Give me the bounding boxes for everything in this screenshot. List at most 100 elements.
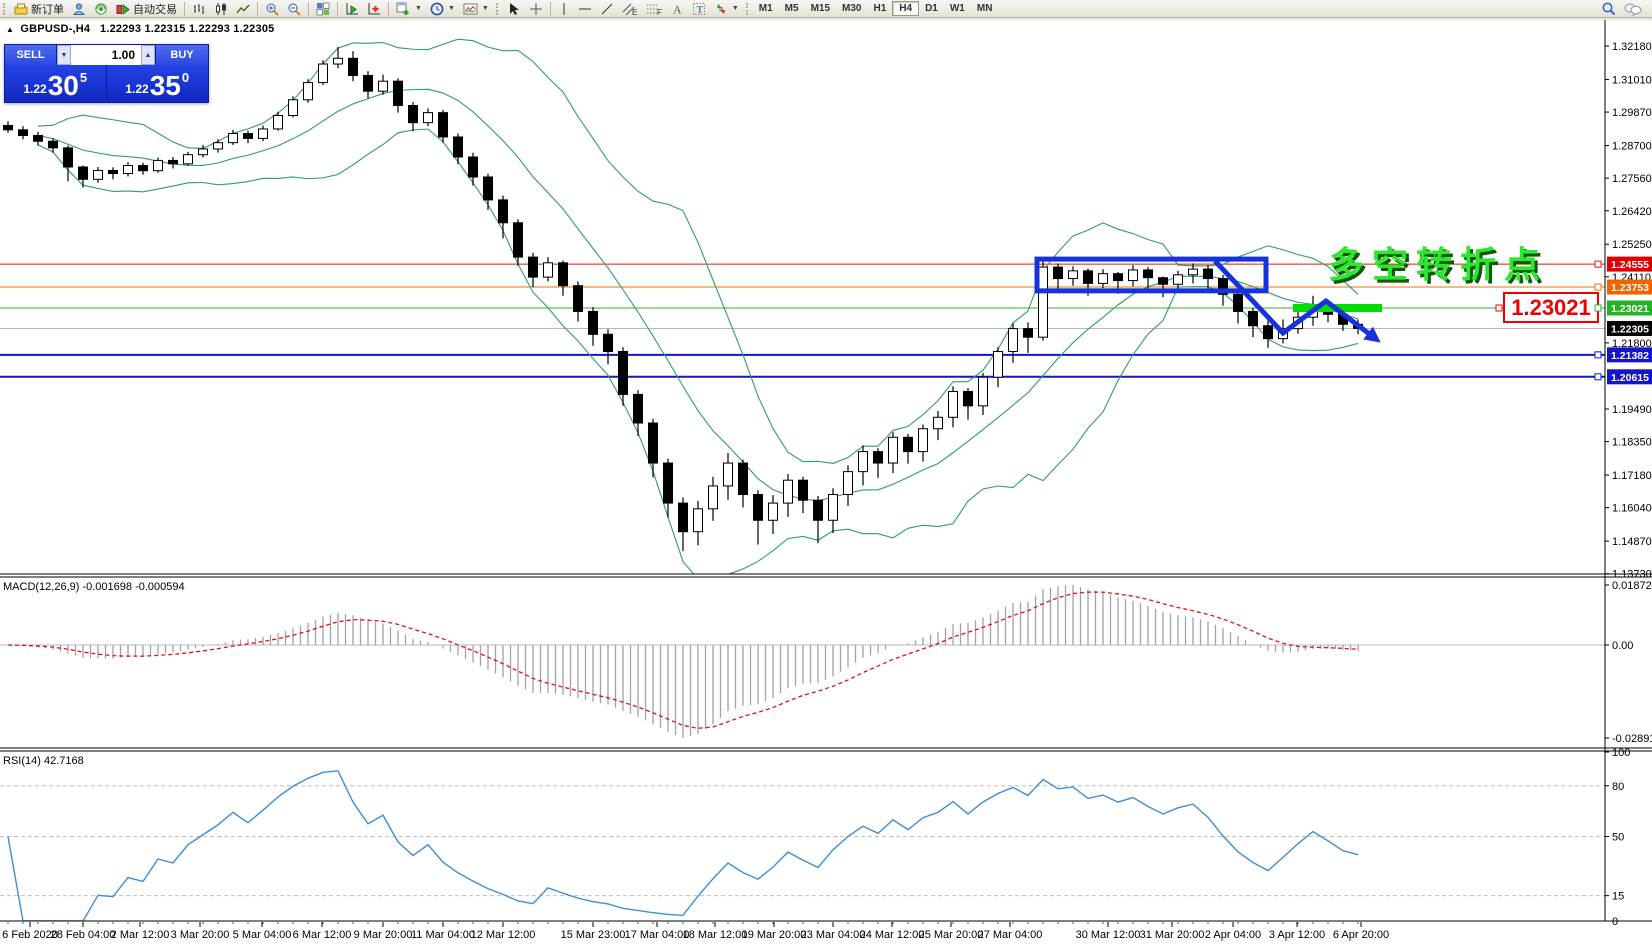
time-tick-label: 28 Feb 04:00 xyxy=(51,929,116,941)
bar-chart-button[interactable] xyxy=(188,1,210,17)
text-label-button[interactable]: T xyxy=(688,1,710,17)
timeframe-button-h1[interactable]: H1 xyxy=(867,1,892,16)
zoom-out-icon xyxy=(288,3,301,16)
add-indicator-icon xyxy=(396,2,409,15)
zoom-in-button[interactable] xyxy=(261,1,283,17)
sell-price[interactable]: 1.22 30 5 xyxy=(5,65,107,102)
price-tick-label: 1.28700 xyxy=(1612,141,1652,153)
periods-button[interactable]: ▼ xyxy=(426,1,459,17)
signals-button[interactable] xyxy=(90,1,112,17)
autotrading-button[interactable]: 自动交易 xyxy=(112,1,181,17)
market-watch-button[interactable] xyxy=(68,1,90,17)
horizontal-line-icon xyxy=(578,8,591,9)
zoom-out-button[interactable] xyxy=(283,1,305,17)
trendline-button[interactable] xyxy=(596,1,618,17)
horizontal-line-button[interactable] xyxy=(574,1,596,17)
sell-price-sup: 5 xyxy=(79,70,88,85)
price-chart[interactable]: 多空转折点多空转折点1.230211.321801.310101.298701.… xyxy=(0,0,1652,945)
buy-price-big: 35 xyxy=(149,70,181,101)
rsi-axis-label: 0 xyxy=(1612,916,1618,928)
chevron-down-icon: ▼ xyxy=(731,5,739,12)
arrows-button[interactable]: ▼ xyxy=(710,1,743,17)
volume-field[interactable]: 1.00 xyxy=(71,45,141,65)
search-button[interactable] xyxy=(1597,1,1620,17)
trendline-icon xyxy=(601,3,613,14)
macd-axis-label: 0.00 xyxy=(1612,640,1633,652)
crosshair-icon xyxy=(529,2,542,15)
price-badge-label: 1.23753 xyxy=(1611,282,1649,294)
timeframe-button-m5[interactable]: M5 xyxy=(779,1,805,16)
vertical-line-button[interactable] xyxy=(554,1,574,17)
add-indicator-button[interactable]: ▼ xyxy=(392,1,426,17)
new-order-label: 新订单 xyxy=(31,3,64,16)
volume-decrease-button[interactable]: ▼ xyxy=(57,45,71,65)
timeframe-button-w1[interactable]: W1 xyxy=(944,1,971,16)
new-order-icon xyxy=(14,3,28,14)
price-tick-label: 1.19490 xyxy=(1612,404,1652,416)
rsi-label: RSI(14) 42.7168 xyxy=(3,755,84,767)
annotation-price-callout-text: 1.23021 xyxy=(1511,295,1591,320)
text-button[interactable]: A xyxy=(666,1,688,17)
time-tick-label: 6 Feb 2020 xyxy=(2,929,58,941)
time-tick-label: 24 Mar 12:00 xyxy=(860,929,925,941)
market-watch-icon xyxy=(72,2,86,15)
time-tick-label: 12 Mar 12:00 xyxy=(471,929,536,941)
crosshair-button[interactable] xyxy=(525,1,547,17)
zoom-in-icon xyxy=(266,3,279,16)
rsi-axis-label: 80 xyxy=(1612,781,1624,793)
candlestick-chart-button[interactable] xyxy=(210,1,232,17)
tile-windows-button[interactable] xyxy=(312,1,334,17)
strategy-tester-button[interactable] xyxy=(341,1,363,17)
sell-button[interactable]: SELL xyxy=(5,45,57,65)
time-axis[interactable]: 6 Feb 202028 Feb 04:002 Mar 12:00 3 Mar 2… xyxy=(2,922,1389,941)
annotation-turning-point-text: 多空转折点 xyxy=(1328,244,1548,285)
sell-price-prefix: 1.22 xyxy=(23,82,47,96)
timeframe-button-d1[interactable]: D1 xyxy=(919,1,944,16)
templates-button[interactable]: ▼ xyxy=(459,1,493,17)
main-toolbar: 新订单 自动交易 ▼ ▼ ▼ E F A T ▼ M1 M5 M15 M30 H… xyxy=(0,0,1652,18)
toolbar-grip xyxy=(3,2,8,15)
price-badge-label: 1.24555 xyxy=(1611,259,1649,271)
price-tick-label: 1.26420 xyxy=(1612,206,1652,218)
templates-icon xyxy=(463,3,478,14)
timeframe-button-m1[interactable]: M1 xyxy=(753,1,779,16)
collapse-icon[interactable]: ▲ xyxy=(6,25,14,34)
equidistant-channel-button[interactable]: E xyxy=(618,1,642,17)
price-tick-label: 1.17180 xyxy=(1612,470,1652,482)
fibonacci-button[interactable]: F xyxy=(642,1,666,17)
price-tick-label: 1.13730 xyxy=(1612,569,1652,581)
indicator-add-button[interactable] xyxy=(363,1,385,17)
chart-area[interactable]: 多空转折点 多空转折点 1.23021 1.32180 1.31010 1.29870 1.… xyxy=(0,0,1652,945)
timeframe-button-mn[interactable]: MN xyxy=(971,1,999,16)
price-tick-label: 1.27560 xyxy=(1612,173,1652,185)
equidistant-channel-icon: E xyxy=(622,3,637,16)
buy-price[interactable]: 1.22 35 0 xyxy=(106,65,208,102)
vertical-line-icon xyxy=(563,2,565,15)
timeframe-button-m30[interactable]: M30 xyxy=(836,1,867,16)
time-tick-label: 15 Mar 23:00 xyxy=(561,929,626,941)
toolbar-separator xyxy=(337,1,338,16)
timeframe-button-m15[interactable]: M15 xyxy=(805,1,836,16)
price-tick-label: 1.29870 xyxy=(1612,107,1652,119)
time-tick-label: 25 Mar 20:00 xyxy=(919,929,984,941)
rsi-axis-label: 50 xyxy=(1612,832,1624,844)
timeframe-button-h4[interactable]: H4 xyxy=(892,1,920,16)
cursor-button[interactable] xyxy=(503,1,525,17)
time-tick-label: 18 Mar 12:00 xyxy=(683,929,748,941)
macd-axis-label: 0.018721 xyxy=(1612,580,1652,592)
new-order-button[interactable]: 新订单 xyxy=(10,1,68,17)
chevron-down-icon: ▼ xyxy=(415,5,422,12)
time-tick-label: 30 Mar 12:00 xyxy=(1076,929,1141,941)
buy-button[interactable]: BUY xyxy=(155,45,208,65)
signals-icon xyxy=(95,2,107,15)
toolbar-separator xyxy=(184,1,185,16)
time-tick-label: 6 Apr 20:00 xyxy=(1333,929,1389,941)
bar-chart-icon xyxy=(194,3,204,14)
time-tick-label: 2 Apr 04:00 xyxy=(1205,929,1261,941)
strategy-tester-icon xyxy=(346,2,358,14)
one-click-trading-widget: SELL ▼ 1.00 ▲ BUY 1.22 30 5 1.22 35 0 xyxy=(4,44,209,103)
rsi-axis-label: 100 xyxy=(1612,747,1630,759)
volume-increase-button[interactable]: ▲ xyxy=(141,45,155,65)
line-chart-button[interactable] xyxy=(232,1,254,17)
community-button[interactable] xyxy=(1620,1,1646,17)
